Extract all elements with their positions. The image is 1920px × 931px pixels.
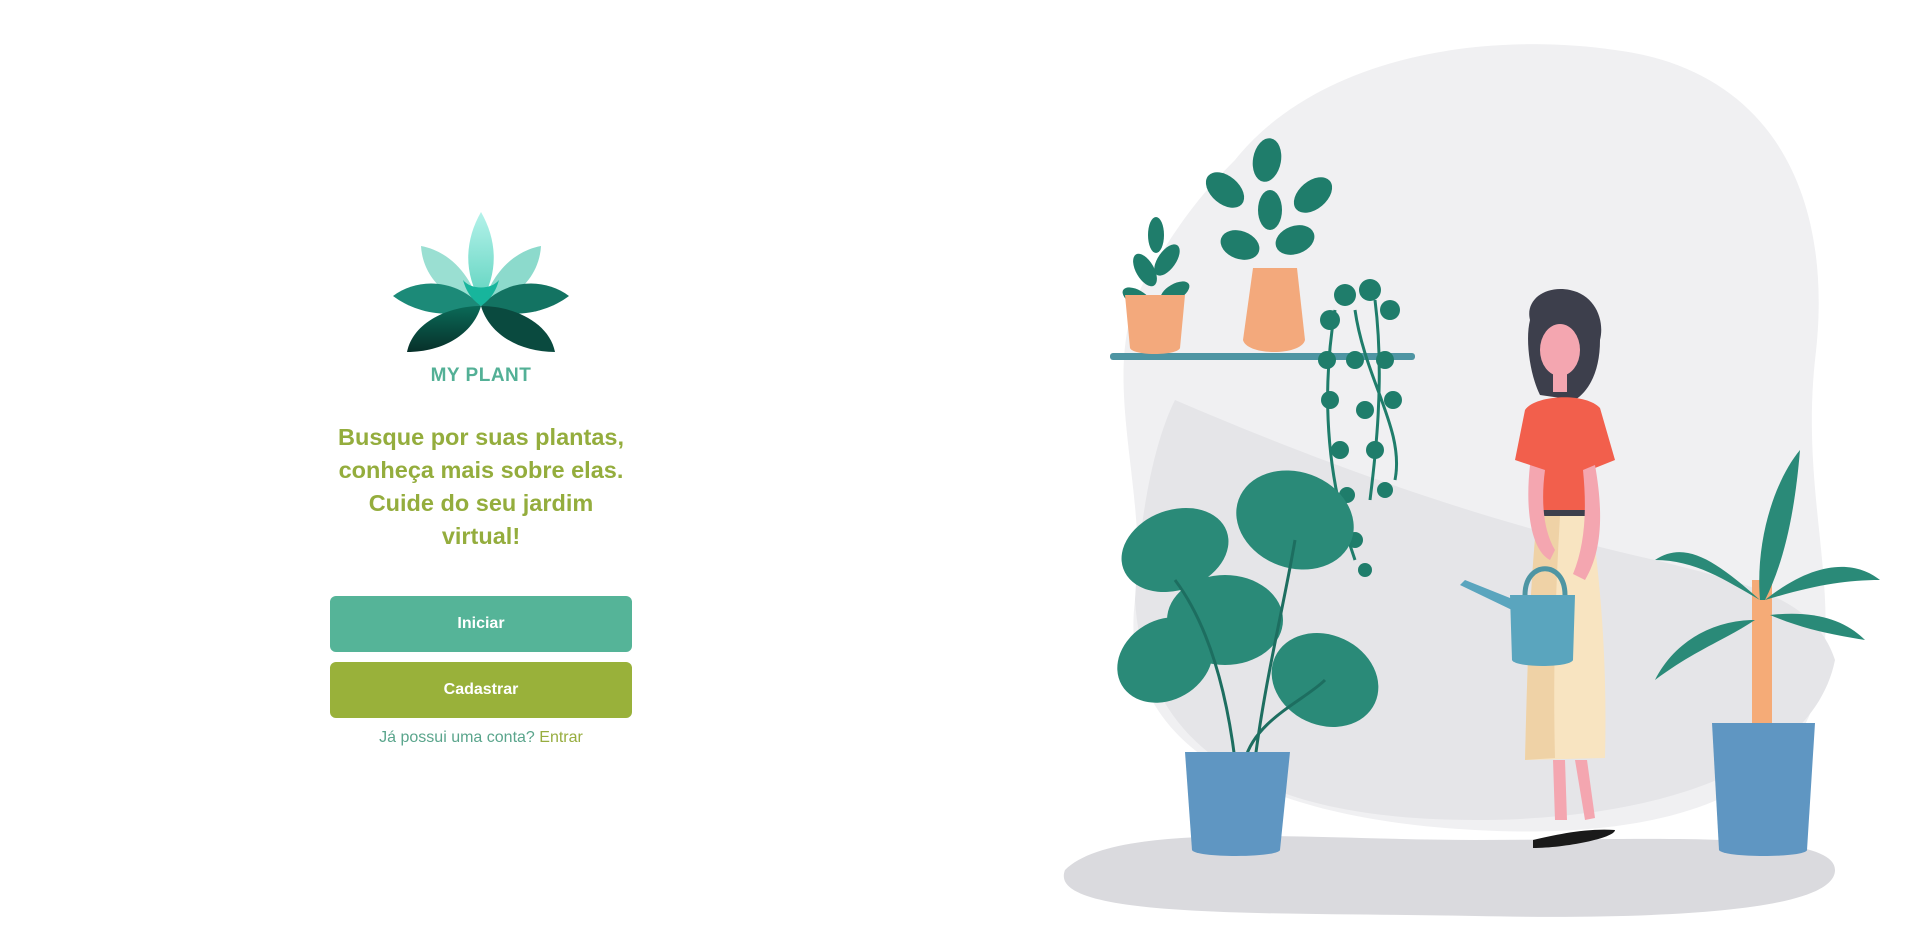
woman-watering-plants-illustration: [1063, 44, 1880, 917]
app-name: MY PLANT: [430, 365, 532, 386]
welcome-panel: MY PLANT Busque por suas plantas, conheç…: [330, 210, 632, 747]
login-link[interactable]: Entrar: [539, 729, 583, 746]
lotus-logo-icon: [393, 212, 569, 352]
tagline: Busque por suas plantas, conheça mais so…: [338, 424, 624, 549]
start-button[interactable]: Iniciar: [330, 596, 632, 652]
login-prompt: Já possui uma conta? Entrar: [379, 729, 583, 747]
register-button[interactable]: Cadastrar: [330, 662, 632, 718]
login-question: Já possui uma conta?: [379, 729, 535, 746]
